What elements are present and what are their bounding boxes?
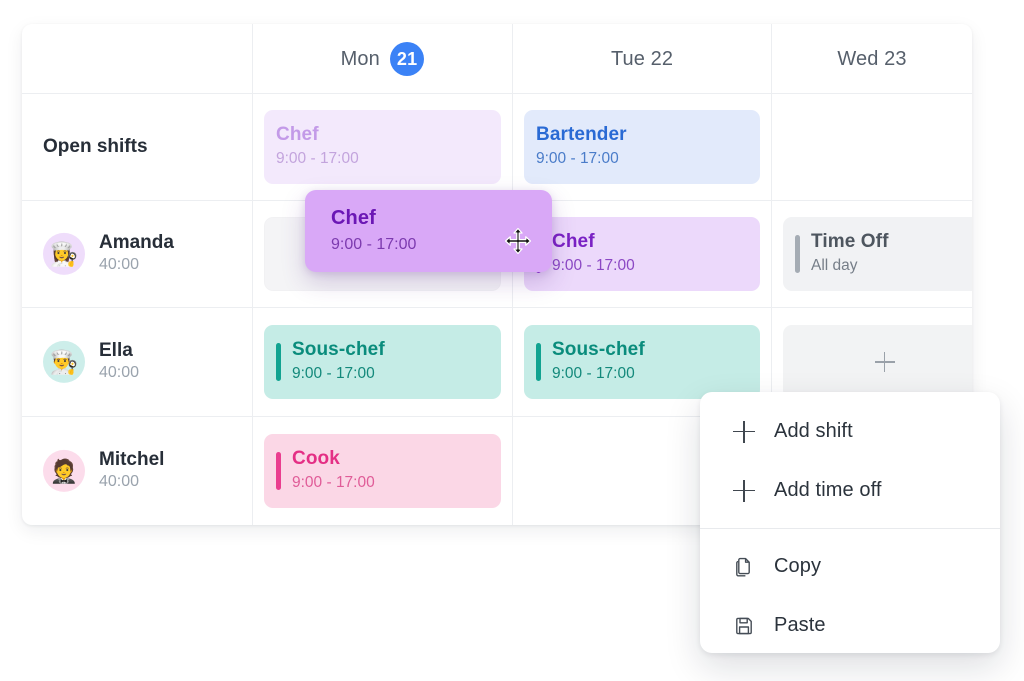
time-off-title: Time Off [811,231,889,253]
shift-title: Bartender [536,124,627,146]
day-header-wed[interactable]: Wed 23 [772,24,972,94]
plus-icon [874,352,895,372]
day-header-mon[interactable]: Mon 21 [253,24,512,94]
shift-card-text: Bartender 9:00 - 17:00 [536,123,627,170]
day-header-tue-label: Tue 22 [610,47,674,70]
table-header-row: Mon 21 Tue 22 Wed 23 [22,24,972,94]
cell-open-mon[interactable]: Chef 9:00 - 17:00 [253,94,512,200]
shift-time: 9:00 - 17:00 [292,474,375,492]
shift-accent-bar [536,343,541,381]
screenshot-stage: Mon 21 Tue 22 Wed 23 Open shifts Chef 9:… [0,0,1024,681]
employee-name: Mitchel [99,448,165,470]
shift-accent-bar [276,343,281,381]
menu-item-paste[interactable]: Paste [700,596,1000,653]
shift-time: 9:00 - 17:00 [536,150,619,168]
employee-name: Amanda [99,231,174,253]
menu-item-add-shift[interactable]: Add shift [700,402,1000,461]
shift-time: 9:00 - 17:00 [292,365,375,383]
time-off-card-text: Time Off All day [811,230,889,277]
employee-hours: 40:00 [99,473,140,491]
shift-card-text: Chef 9:00 - 17:00 [552,230,635,277]
time-off-accent-bar [795,235,800,273]
employee-amanda[interactable]: 👩‍🍳 Amanda 40:00 [43,232,174,276]
avatar: 🤵 [43,449,85,492]
shift-card-open-chef-mon[interactable]: Chef 9:00 - 17:00 [264,110,501,184]
menu-item-copy[interactable]: Copy [700,537,1000,596]
shift-title: Cook [292,448,340,470]
employee-info: Amanda 40:00 [99,232,174,276]
day-header-tue[interactable]: Tue 22 [513,24,771,94]
shift-time: 9:00 - 17:00 [552,365,635,383]
employee-ella[interactable]: 👨‍🍳 Ella 40:00 [43,340,139,384]
employee-hours: 40:00 [99,364,140,382]
day-header-mon-label: Mon [340,47,380,70]
table-row-open-shifts: Open shifts Chef 9:00 - 17:00 Bartender … [22,94,972,201]
plus-icon [733,479,755,502]
menu-item-label: Copy [774,555,822,577]
cell-amanda-wed[interactable]: Time Off All day [772,201,972,307]
shift-accent-bar [276,452,281,490]
shift-card-mitchel-cook-mon[interactable]: Cook 9:00 - 17:00 [264,434,501,508]
shift-title: Sous-chef [552,339,645,361]
menu-item-add-time-off[interactable]: Add time off [700,461,1000,520]
shift-card-text: Cook 9:00 - 17:00 [292,447,375,494]
menu-divider [700,528,1000,529]
shift-card-ella-souschef-tue[interactable]: Sous-chef 9:00 - 17:00 [524,325,760,399]
copy-icon [733,556,755,578]
employee-name: Ella [99,339,133,361]
time-off-card-amanda-wed[interactable]: Time Off All day [783,217,972,291]
cell-open-wed[interactable] [772,94,972,200]
avatar: 👩‍🍳 [43,232,85,275]
employee-hours: 40:00 [99,256,140,274]
day-badge-today: 21 [389,42,425,76]
shift-card-text: Chef 9:00 - 17:00 [276,123,359,170]
plus-icon [733,420,755,443]
shift-card-text: Sous-chef 9:00 - 17:00 [292,338,385,385]
context-menu: Add shift Add time off Copy Paste [700,392,1000,653]
move-cursor [505,228,531,254]
cell-ella-mon[interactable]: Sous-chef 9:00 - 17:00 [253,308,512,416]
shift-title: Chef [276,124,319,146]
employee-info: Mitchel 40:00 [99,449,164,493]
save-disk-icon [733,615,755,637]
menu-item-label: Add time off [774,479,882,501]
open-shifts-label: Open shifts [43,136,148,157]
add-shift-slot-ella-wed[interactable] [783,325,972,399]
shift-card-open-bartender-tue[interactable]: Bartender 9:00 - 17:00 [524,110,760,184]
time-off-duration: All day [811,257,858,275]
cell-mitchel-mon[interactable]: Cook 9:00 - 17:00 [253,417,512,525]
employee-info: Ella 40:00 [99,340,139,384]
shift-title: Chef [552,231,595,253]
shift-time: 9:00 - 17:00 [552,257,635,275]
shift-card-amanda-chef-tue[interactable]: Chef 9:00 - 17:00 [524,217,760,291]
avatar: 👨‍🍳 [43,340,85,383]
employee-mitchel[interactable]: 🤵 Mitchel 40:00 [43,449,164,493]
cell-open-tue[interactable]: Bartender 9:00 - 17:00 [513,94,771,200]
shift-card-ella-souschef-mon[interactable]: Sous-chef 9:00 - 17:00 [264,325,501,399]
day-header-wed-label: Wed 23 [837,47,907,70]
shift-card-text: Sous-chef 9:00 - 17:00 [552,338,645,385]
menu-item-label: Paste [774,614,826,636]
menu-item-label: Add shift [774,420,853,442]
shift-time: 9:00 - 17:00 [276,150,359,168]
shift-title: Sous-chef [292,339,385,361]
